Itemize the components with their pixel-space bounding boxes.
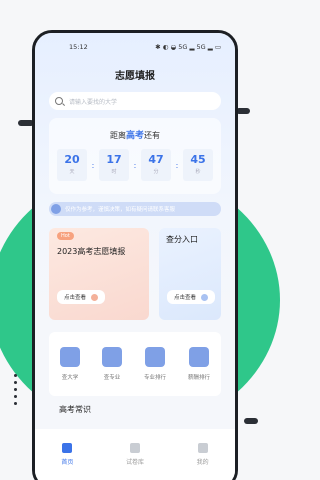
status-time: 15:12 (69, 43, 88, 51)
tab-label: 首页 (61, 459, 74, 466)
arrow-right-icon (201, 293, 209, 301)
quick-action-label: 查专业 (103, 375, 121, 381)
countdown-unit: 分 (153, 169, 159, 175)
countdown-unit: 天 (69, 169, 75, 175)
app-screen: 15:12 ✱ ◐ ◒ 5G ▂ 5G ▂ ▭ 志愿填报 请输入要找的大学 距离… (35, 33, 235, 480)
search-icon (55, 97, 63, 105)
search-bar[interactable]: 请输入要找的大学 (49, 92, 221, 110)
quick-actions: 查大学 查专业 专业排行 薪酬排行 (49, 332, 221, 396)
notice-icon (51, 204, 61, 214)
quick-action-major-ranking[interactable]: 专业排行 (144, 347, 166, 381)
countdown-highlight: 高考 (125, 131, 144, 141)
status-icons: ✱ ◐ ◒ 5G ▂ 5G ▂ ▭ (155, 43, 221, 51)
tab-home[interactable]: 首页 (61, 443, 73, 480)
quick-action-label: 专业排行 (143, 375, 166, 381)
countdown-separator: : (133, 160, 137, 170)
section-title: 高考常识 (59, 405, 91, 414)
quick-action-major[interactable]: 查专业 (101, 347, 122, 381)
score-card[interactable]: 查分入口 点击查看 (159, 228, 221, 320)
exam-countdown: 距离高考还有 20 天 : 17 时 : 47 分 : 45 秒 (49, 118, 221, 194)
volunteer-view-button[interactable]: 点击查看 (57, 290, 106, 304)
countdown-seconds: 45 秒 (183, 149, 213, 181)
countdown-days: 20 天 (57, 149, 87, 181)
score-card-title: 查分入口 (166, 235, 198, 244)
decor-dots (14, 374, 17, 409)
countdown-value: 20 (64, 153, 80, 166)
countdown-unit: 秒 (195, 169, 201, 175)
quick-action-salary-ranking[interactable]: 薪酬排行 (188, 347, 210, 381)
countdown-unit: 时 (111, 169, 117, 175)
salary-icon (188, 347, 209, 367)
bottom-tab-bar: 首页 试卷库 我的 (35, 429, 235, 480)
score-view-button[interactable]: 点击查看 (167, 290, 216, 304)
quick-action-school[interactable]: 查大学 (59, 347, 80, 381)
countdown-value: 47 (148, 153, 164, 166)
school-icon (59, 347, 80, 367)
countdown-suffix: 还有 (144, 131, 160, 140)
major-icon (101, 347, 122, 367)
countdown-minutes: 47 分 (141, 149, 171, 181)
countdown-prefix: 距离 (109, 131, 126, 140)
quick-action-label: 薪酬排行 (187, 375, 210, 381)
tab-profile[interactable]: 我的 (197, 443, 209, 480)
search-placeholder: 请输入要找的大学 (69, 98, 118, 106)
tab-label: 试卷库 (125, 459, 144, 466)
papers-icon (129, 443, 140, 453)
volunteer-card-title: 2023高考志愿填报 (57, 247, 126, 256)
page-title: 志愿填报 (115, 71, 155, 82)
phone-frame: 15:12 ✱ ◐ ◒ 5G ▂ 5G ▂ ▭ 志愿填报 请输入要找的大学 距离… (32, 30, 238, 480)
score-button-label: 点击查看 (174, 295, 197, 301)
quick-action-label: 查大学 (61, 375, 79, 381)
countdown-row: 20 天 : 17 时 : 47 分 : 45 秒 (49, 149, 221, 181)
volunteer-card[interactable]: Hot 2023高考志愿填报 点击查看 (49, 228, 149, 320)
home-icon (62, 443, 73, 453)
countdown-hours: 17 时 (99, 149, 129, 181)
tab-label: 我的 (196, 459, 209, 466)
notice-bar: 仅作为参考，谨慎决策，如有疑问请联系客服 (49, 202, 221, 216)
profile-icon (197, 443, 208, 453)
arrow-right-icon (91, 293, 99, 301)
tab-papers[interactable]: 试卷库 (126, 443, 144, 480)
countdown-separator: : (91, 160, 95, 170)
decor-dash-bottom (244, 418, 258, 424)
notice-text: 仅作为参考，谨慎决策，如有疑问请联系客服 (65, 207, 176, 213)
status-bar: 15:12 ✱ ◐ ◒ 5G ▂ 5G ▂ ▭ (35, 33, 235, 51)
countdown-title: 距离高考还有 (49, 118, 221, 141)
decor-dash-right (236, 108, 250, 114)
countdown-separator: : (175, 160, 179, 170)
ranking-icon (144, 347, 165, 367)
feature-cards: Hot 2023高考志愿填报 点击查看 查分入口 点击查看 (49, 228, 221, 320)
hot-badge: Hot (57, 232, 74, 240)
volunteer-button-label: 点击查看 (64, 295, 87, 301)
countdown-value: 17 (106, 153, 122, 166)
countdown-value: 45 (190, 153, 206, 166)
